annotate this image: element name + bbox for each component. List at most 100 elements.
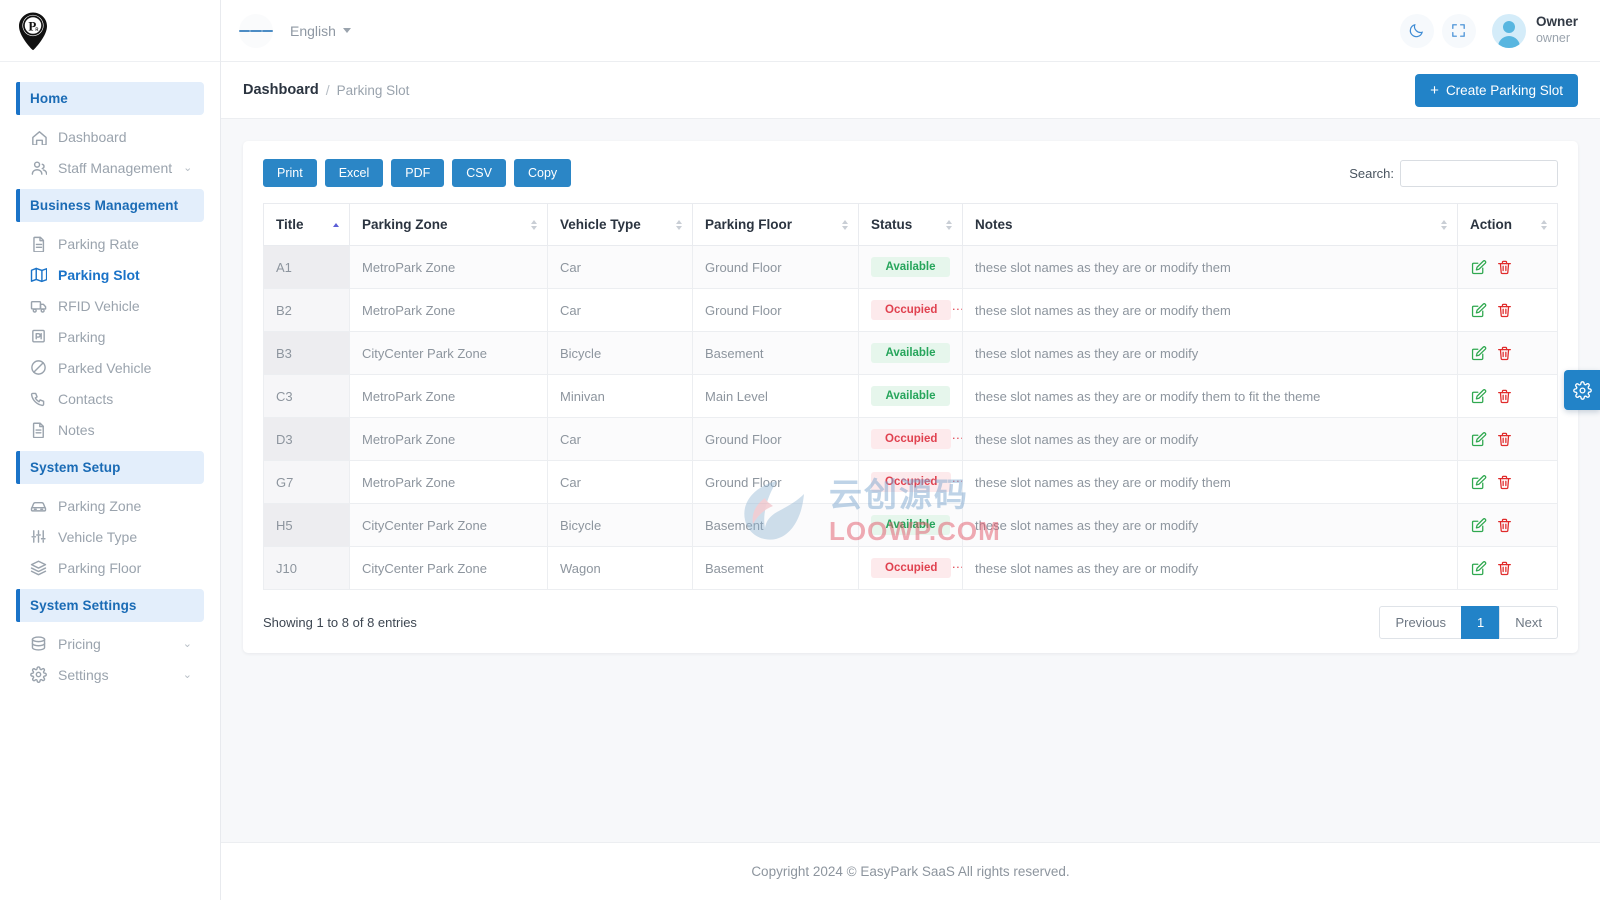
- sidebar-item-label: Parking: [58, 328, 106, 345]
- hamburger-icon[interactable]: [239, 13, 273, 48]
- sidebar-item-label: Contacts: [58, 390, 114, 407]
- export-csv-button[interactable]: CSV: [452, 159, 506, 187]
- create-parking-slot-button[interactable]: + Create Parking Slot: [1415, 73, 1578, 107]
- sidebar-item-rfid-vehicle[interactable]: RFID Vehicle: [0, 290, 220, 321]
- column-header-notes[interactable]: Notes: [962, 203, 1458, 246]
- breadcrumb-separator: /: [325, 82, 330, 98]
- layers-icon: [30, 559, 47, 576]
- edit-pencil-icon[interactable]: [1470, 388, 1487, 405]
- sort-arrows-icon: [531, 219, 537, 230]
- cell-action: [1457, 288, 1558, 332]
- edit-pencil-icon[interactable]: [1470, 259, 1487, 276]
- column-header-status[interactable]: Status: [858, 203, 963, 246]
- status-badge: Occupied: [871, 472, 952, 492]
- breadcrumb-parent[interactable]: Dashboard: [243, 82, 319, 98]
- sidebar-item-parking-zone[interactable]: Parking Zone: [0, 490, 220, 521]
- search-input[interactable]: [1400, 159, 1558, 187]
- cell-parking-zone: MetroPark Zone: [349, 288, 548, 332]
- cell-action: [1457, 331, 1558, 375]
- trash-icon[interactable]: [1496, 560, 1513, 577]
- sidebar-item-dashboard[interactable]: Dashboard: [0, 121, 220, 152]
- column-header-vehicle-type[interactable]: Vehicle Type: [547, 203, 693, 246]
- moon-icon[interactable]: [1399, 13, 1434, 48]
- user-role: owner: [1535, 31, 1571, 46]
- table-row: H5 CityCenter Park Zone Bicycle Basement Ava…: [263, 503, 1558, 547]
- chevron-down-icon: ⌄: [183, 162, 193, 174]
- edit-pencil-icon[interactable]: [1470, 560, 1487, 577]
- cell-status: Available: [858, 331, 963, 375]
- column-header-title[interactable]: Title: [263, 203, 350, 246]
- edit-pencil-icon[interactable]: [1470, 517, 1487, 534]
- column-header-label: Parking Floor: [705, 217, 793, 232]
- column-header-label: Title: [276, 217, 304, 232]
- sidebar-section-system-setup: System Setup: [16, 451, 204, 484]
- sidebar-item-parking-floor[interactable]: Parking Floor: [0, 552, 220, 583]
- column-header-parking-floor[interactable]: Parking Floor: [692, 203, 859, 246]
- page-footer: Copyright 2024 © EasyPark SaaS All right…: [221, 842, 1600, 900]
- sidebar-item-notes[interactable]: Notes: [0, 414, 220, 445]
- sidebar-item-parked-vehicle[interactable]: Parked Vehicle: [0, 352, 220, 383]
- trash-icon[interactable]: [1496, 388, 1513, 405]
- edit-pencil-icon[interactable]: [1470, 302, 1487, 319]
- table-body: A1 MetroPark Zone Car Ground Floor Available…: [263, 245, 1558, 590]
- row-actions: [1470, 474, 1545, 491]
- export-copy-button[interactable]: Copy: [513, 159, 572, 187]
- trash-icon[interactable]: [1496, 517, 1513, 534]
- table-header-row: Title Parking Zone Vehicle Type Parking Flo…: [263, 203, 1558, 246]
- row-actions: [1470, 302, 1545, 319]
- cell-notes: these slot names as they are or modify: [962, 417, 1458, 461]
- row-actions: [1470, 388, 1545, 405]
- export-pdf-button[interactable]: PDF: [391, 159, 445, 187]
- user-menu[interactable]: Owner owner: [1491, 13, 1578, 48]
- cell-title: J10: [263, 546, 350, 590]
- sidebar-item-settings[interactable]: Settings ⌄: [0, 659, 220, 690]
- brand-logo[interactable]: P ʀ: [0, 0, 220, 62]
- row-actions: [1470, 560, 1545, 577]
- edit-pencil-icon[interactable]: [1470, 474, 1487, 491]
- sidebar-item-label: Settings: [58, 666, 109, 683]
- trash-icon[interactable]: [1496, 259, 1513, 276]
- sidebar-item-parking[interactable]: Parking: [0, 321, 220, 352]
- cell-status: Occupied: [858, 288, 963, 332]
- cell-status: Occupied: [858, 546, 963, 590]
- sidebar-item-parking-rate[interactable]: Parking Rate: [0, 228, 220, 259]
- expand-icon[interactable]: [1441, 13, 1476, 48]
- edit-pencil-icon[interactable]: [1470, 345, 1487, 362]
- sidebar-item-pricing[interactable]: Pricing ⌄: [0, 628, 220, 659]
- no-entry-icon: [30, 359, 47, 376]
- trash-icon[interactable]: [1496, 302, 1513, 319]
- cell-parking-floor: Basement: [692, 503, 859, 547]
- trash-icon[interactable]: [1496, 474, 1513, 491]
- status-badge: Occupied: [871, 429, 952, 449]
- column-header-action[interactable]: Action: [1457, 203, 1558, 246]
- status-badge: Available: [871, 257, 950, 277]
- edit-pencil-icon[interactable]: [1470, 431, 1487, 448]
- sidebar-item-vehicle-type[interactable]: Vehicle Type: [0, 521, 220, 552]
- sidebar-section-system-settings: System Settings: [16, 589, 204, 622]
- sidebar-item-parking-slot[interactable]: Parking Slot: [0, 259, 220, 290]
- export-print-button[interactable]: Print: [263, 159, 317, 187]
- settings-fab-gear-icon[interactable]: [1564, 370, 1600, 410]
- cell-notes: these slot names as they are or modify t…: [962, 288, 1458, 332]
- trash-icon[interactable]: [1496, 345, 1513, 362]
- pagination-previous[interactable]: Previous: [1379, 606, 1463, 639]
- cell-notes: these slot names as they are or modify: [962, 503, 1458, 547]
- cell-title: B3: [263, 331, 350, 375]
- pagination-next[interactable]: Next: [1499, 606, 1558, 639]
- cell-parking-floor: Main Level: [692, 374, 859, 418]
- sidebar-item-label: Parking Floor: [58, 559, 142, 576]
- status-badge: Available: [871, 343, 950, 363]
- export-excel-button[interactable]: Excel: [324, 159, 384, 187]
- sort-arrows-icon: [946, 219, 952, 230]
- sidebar-item-contacts[interactable]: Contacts: [0, 383, 220, 414]
- language-selector[interactable]: English: [290, 23, 351, 39]
- column-header-parking-zone[interactable]: Parking Zone: [349, 203, 548, 246]
- cell-status: Available: [858, 503, 963, 547]
- chevron-down-icon: ⌄: [182, 638, 192, 650]
- sidebar-item-staff-management[interactable]: Staff Management ⌄: [0, 152, 220, 183]
- trash-icon[interactable]: [1496, 431, 1513, 448]
- cell-action: [1457, 417, 1558, 461]
- pagination-page-1[interactable]: 1: [1461, 606, 1501, 639]
- sidebar-item-label: Pricing: [58, 635, 101, 652]
- table-row: A1 MetroPark Zone Car Ground Floor Available…: [263, 245, 1558, 289]
